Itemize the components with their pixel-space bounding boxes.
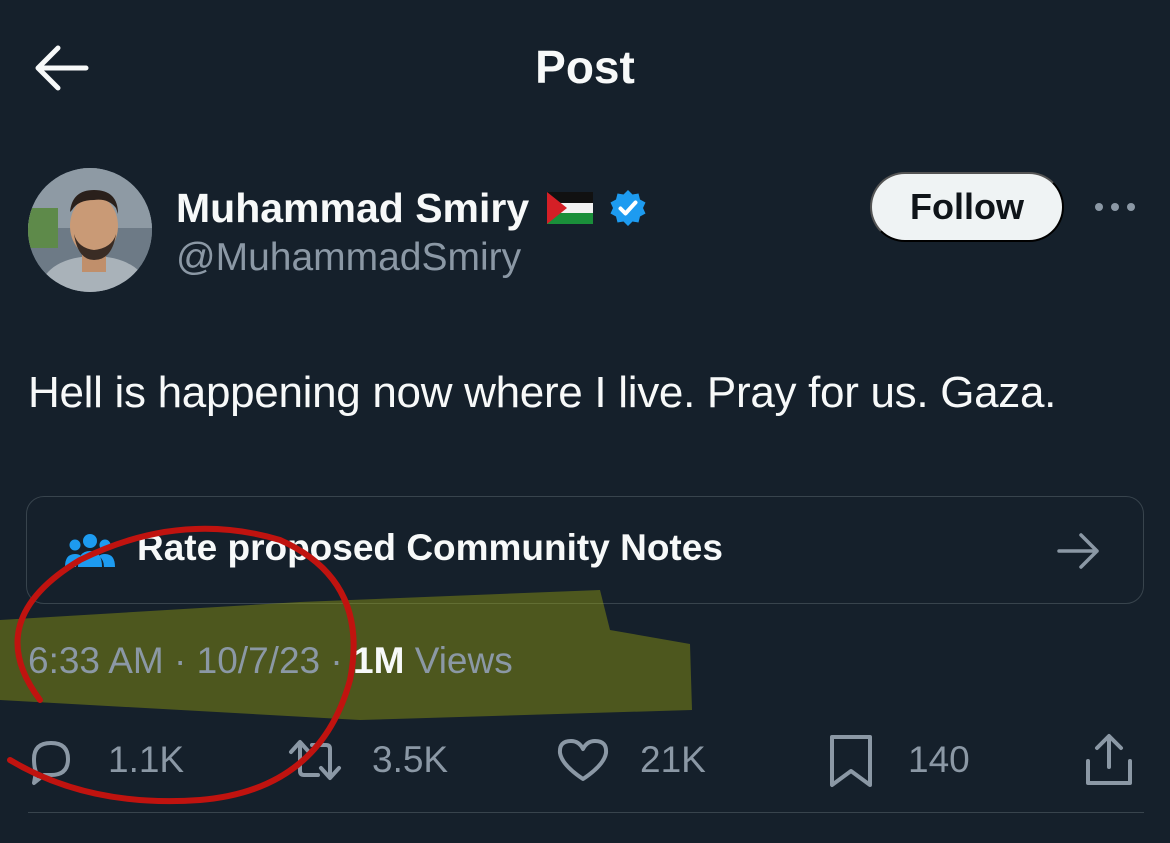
display-name-row: Muhammad Smiry [176, 180, 647, 236]
like-button[interactable]: 21K [554, 728, 706, 792]
post-meta: 6:33 AM · 10/7/23 · 1M Views [28, 640, 513, 682]
page-title: Post [535, 41, 635, 93]
reply-count: 1.1K [108, 739, 185, 780]
repost-count: 3.5K [372, 739, 449, 780]
divider [28, 812, 1144, 813]
repost-icon [289, 740, 341, 780]
post-time[interactable]: 6:33 AM [28, 640, 164, 681]
post-date[interactable]: 10/7/23 [197, 640, 320, 681]
repost-button[interactable]: 3.5K [286, 728, 448, 792]
post-page: Post Muhammad Smiry @MuhammadSmiry Follo… [0, 0, 1170, 843]
share-button[interactable] [1080, 728, 1138, 792]
people-icon [65, 534, 115, 567]
avatar-image [28, 168, 152, 292]
avatar[interactable] [28, 168, 152, 292]
views-count: 1M [353, 640, 405, 681]
views-label: Views [414, 640, 513, 681]
heart-icon [557, 739, 609, 781]
bookmark-count: 140 [908, 739, 970, 780]
user-handle[interactable]: @MuhammadSmiry [176, 236, 521, 280]
more-options-button[interactable] [1092, 196, 1138, 218]
arrow-right-icon [1057, 533, 1099, 569]
post-text: Hell is happening now where I live. Pray… [28, 368, 1057, 417]
bookmark-button[interactable]: 140 [822, 728, 970, 792]
like-count: 21K [640, 739, 706, 780]
reply-button[interactable]: 1.1K [22, 728, 184, 792]
separator-dot: · [174, 640, 197, 681]
bookmark-icon [830, 735, 872, 787]
separator-dot: · [330, 640, 353, 681]
display-name[interactable]: Muhammad Smiry [176, 185, 529, 232]
more-icon [1095, 203, 1135, 211]
reply-icon [32, 741, 70, 785]
palestine-flag-icon [547, 192, 594, 224]
verified-badge-icon [610, 190, 646, 226]
share-icon [1086, 734, 1132, 785]
follow-button[interactable]: Follow [870, 172, 1064, 242]
community-notes-label: Rate proposed Community Notes [137, 527, 723, 568]
